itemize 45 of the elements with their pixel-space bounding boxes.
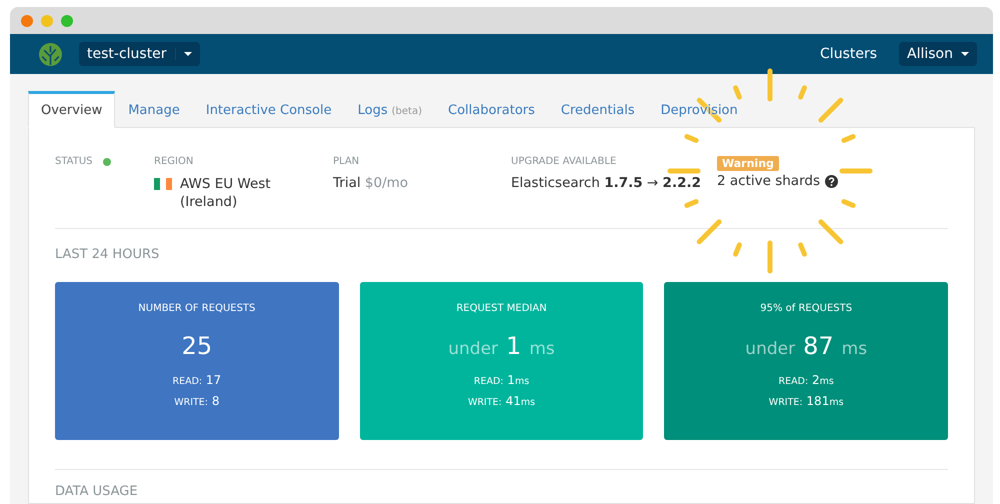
upgrade-label: UPGRADE AVAILABLE xyxy=(511,156,618,167)
section-title: LAST 24 HOURS xyxy=(55,247,160,262)
minimize-button[interactable] xyxy=(41,14,53,26)
tab[interactable]: Overview xyxy=(28,91,116,128)
region-value: AWS EU West (Ireland) xyxy=(180,175,272,211)
card-title: NUMBER OF REQUESTS xyxy=(138,303,256,314)
write-stat: WRITE: 181ms xyxy=(768,394,844,408)
section-title: DATA USAGE xyxy=(55,484,139,499)
plan-price: $0/mo xyxy=(364,175,408,191)
value-prefix: under xyxy=(745,339,796,359)
value-unit: ms xyxy=(842,339,868,359)
value-prefix: under xyxy=(448,339,498,359)
metric-value: 87 xyxy=(803,332,834,360)
upgrade-version: Elasticsearch 1.7.5 → 2.2.2 xyxy=(511,175,702,191)
plan-label: PLAN xyxy=(333,156,360,167)
help-icon[interactable] xyxy=(824,174,838,188)
card-title: REQUEST MEDIAN xyxy=(456,303,547,314)
metric-value: 25 xyxy=(182,332,212,360)
tab[interactable]: Credentials xyxy=(548,91,648,128)
value-unit: ms xyxy=(529,339,555,359)
status-label: STATUS xyxy=(55,156,93,167)
region-label: REGION xyxy=(154,156,194,167)
warning-badge: Warning xyxy=(717,156,779,171)
nav-link[interactable]: Clusters xyxy=(820,46,878,62)
tree-logo-icon xyxy=(38,42,63,66)
cluster-dropdown[interactable]: test-cluster xyxy=(79,42,200,66)
tab[interactable]: Collaborators xyxy=(435,91,548,128)
close-button[interactable] xyxy=(21,14,33,26)
maximize-button[interactable] xyxy=(61,14,73,26)
user-dropdown[interactable]: Allison xyxy=(899,42,977,66)
read-stat: READ: 1ms xyxy=(474,373,530,387)
plan-value: Trial xyxy=(333,175,361,191)
warning-text: 2 active shards xyxy=(717,173,820,189)
write-stat: WRITE: 41ms xyxy=(468,394,536,408)
caret-icon xyxy=(184,52,192,56)
caret-icon xyxy=(961,52,969,56)
flag-icon xyxy=(154,178,172,190)
read-stat: READ: 17 xyxy=(172,373,222,387)
tab[interactable]: Logs (beta) xyxy=(344,91,435,128)
metric-value: 1 xyxy=(506,332,522,360)
write-stat: WRITE: 8 xyxy=(174,394,220,408)
card-title: 95% of REQUESTS xyxy=(760,303,852,314)
read-stat: READ: 2 ms xyxy=(778,373,834,387)
tab[interactable]: Interactive Console xyxy=(192,91,345,128)
tab[interactable]: Manage xyxy=(115,91,193,128)
